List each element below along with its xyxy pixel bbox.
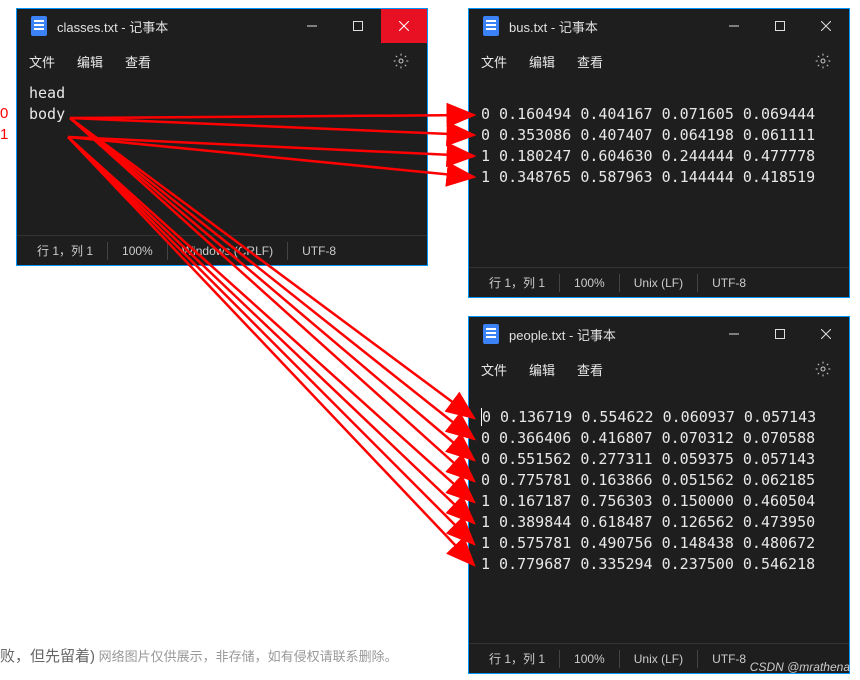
text-line: 0 0.775781 0.163866 0.051562 0.062185	[481, 470, 837, 491]
status-lineending: Unix (LF)	[620, 652, 697, 666]
close-button[interactable]	[803, 9, 849, 43]
class-index-1: 1	[0, 126, 8, 143]
titlebar[interactable]: classes.txt - 记事本	[17, 9, 427, 43]
menu-edit[interactable]: 编辑	[529, 52, 555, 71]
text-line: 1 0.167187 0.756303 0.150000 0.460504	[481, 491, 837, 512]
minimize-button[interactable]	[711, 317, 757, 351]
status-lineending: Unix (LF)	[620, 276, 697, 290]
menu-file[interactable]: 文件	[481, 360, 507, 379]
settings-button[interactable]	[387, 47, 415, 75]
window-title: bus.txt - 记事本	[509, 17, 598, 36]
settings-button[interactable]	[809, 355, 837, 383]
minimize-button[interactable]	[289, 9, 335, 43]
text-line: 0 0.353086 0.407407 0.064198 0.061111	[481, 125, 837, 146]
text-line: 0 0.136719 0.554622 0.060937 0.057143	[481, 407, 837, 428]
class-index-0: 0	[0, 105, 8, 122]
status-zoom: 100%	[560, 276, 619, 290]
statusbar: 行 1，列 1 100% Windows (CRLF) UTF-8	[17, 235, 427, 265]
text-line: 0 0.551562 0.277311 0.059375 0.057143	[481, 449, 837, 470]
minimize-button[interactable]	[711, 9, 757, 43]
text-content[interactable]: head body	[17, 79, 427, 235]
window-bus: bus.txt - 记事本 文件 编辑 查看 0 0.160494 0.4041…	[468, 8, 850, 298]
window-title: classes.txt - 记事本	[57, 17, 168, 36]
maximize-button[interactable]	[757, 317, 803, 351]
menu-view[interactable]: 查看	[125, 52, 151, 71]
menu-file[interactable]: 文件	[29, 52, 55, 71]
notepad-icon	[483, 324, 499, 344]
status-cursor: 行 1，列 1	[475, 274, 559, 291]
status-zoom: 100%	[560, 652, 619, 666]
text-line: 1 0.389844 0.618487 0.126562 0.473950	[481, 512, 837, 533]
text-line: body	[29, 104, 415, 125]
notepad-icon	[483, 16, 499, 36]
status-lineending: Windows (CRLF)	[168, 244, 287, 258]
close-button[interactable]	[381, 9, 427, 43]
menu-view[interactable]: 查看	[577, 52, 603, 71]
text-line: 1 0.779687 0.335294 0.237500 0.546218	[481, 554, 837, 575]
window-classes: classes.txt - 记事本 文件 编辑 查看 head body 行 1…	[16, 8, 428, 266]
text-line: 1 0.180247 0.604630 0.244444 0.477778	[481, 146, 837, 167]
menu-edit[interactable]: 编辑	[77, 52, 103, 71]
status-cursor: 行 1，列 1	[23, 242, 107, 259]
titlebar[interactable]: people.txt - 记事本	[469, 317, 849, 351]
window-people: people.txt - 记事本 文件 编辑 查看 0 0.136719 0.5…	[468, 316, 850, 674]
window-title: people.txt - 记事本	[509, 325, 616, 344]
menu-view[interactable]: 查看	[577, 360, 603, 379]
status-cursor: 行 1，列 1	[475, 650, 559, 667]
statusbar: 行 1，列 1 100% Unix (LF) UTF-8	[469, 267, 849, 297]
status-encoding: UTF-8	[698, 276, 760, 290]
text-line: 1 0.348765 0.587963 0.144444 0.418519	[481, 167, 837, 188]
text-line: 1 0.575781 0.490756 0.148438 0.480672	[481, 533, 837, 554]
settings-button[interactable]	[809, 47, 837, 75]
text-content[interactable]: 0 0.160494 0.404167 0.071605 0.069444 0 …	[469, 79, 849, 267]
menubar: 文件 编辑 查看	[17, 43, 427, 79]
menubar: 文件 编辑 查看	[469, 43, 849, 79]
page-caption: 败，但先留着) 网络图片仅供展示，非存储，如有侵权请联系删除。	[0, 645, 398, 666]
watermark: CSDN @mrathena	[750, 660, 850, 674]
maximize-button[interactable]	[757, 9, 803, 43]
titlebar[interactable]: bus.txt - 记事本	[469, 9, 849, 43]
text-line: 0 0.160494 0.404167 0.071605 0.069444	[481, 104, 837, 125]
status-zoom: 100%	[108, 244, 167, 258]
text-line: head	[29, 83, 415, 104]
close-button[interactable]	[803, 317, 849, 351]
text-line: 0 0.366406 0.416807 0.070312 0.070588	[481, 428, 837, 449]
menu-edit[interactable]: 编辑	[529, 360, 555, 379]
menubar: 文件 编辑 查看	[469, 351, 849, 387]
menu-file[interactable]: 文件	[481, 52, 507, 71]
notepad-icon	[31, 16, 47, 36]
maximize-button[interactable]	[335, 9, 381, 43]
status-encoding: UTF-8	[288, 244, 350, 258]
text-content[interactable]: 0 0.136719 0.554622 0.060937 0.057143 0 …	[469, 387, 849, 643]
